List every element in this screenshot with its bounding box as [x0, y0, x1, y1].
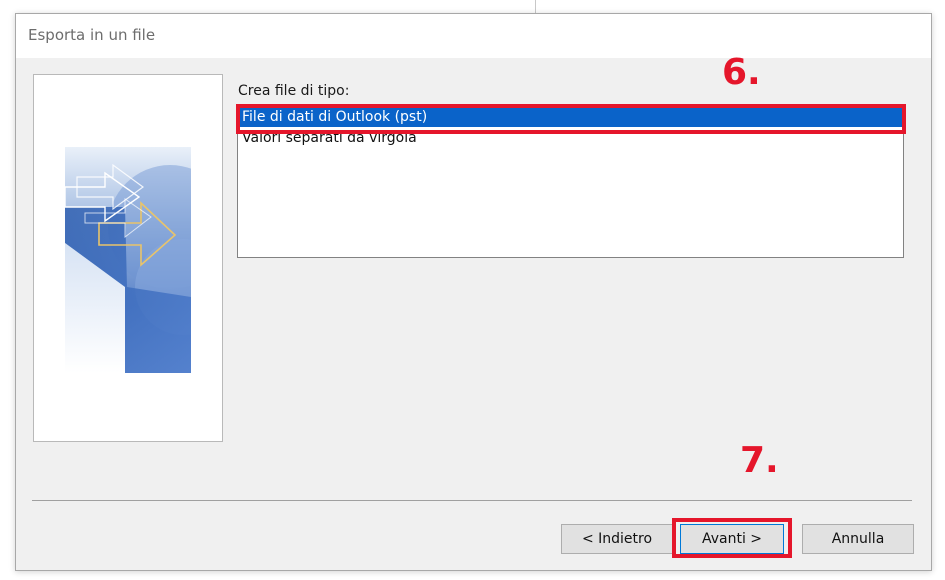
next-button[interactable]: Avanti > [680, 524, 784, 554]
wizard-image-panel [33, 74, 223, 442]
dialog-title: Esporta in un file [28, 26, 156, 44]
footer-separator [32, 500, 912, 501]
file-type-listbox[interactable]: File di dati di Outlook (pst) Valori sep… [237, 105, 904, 258]
dialog-titlebar: Esporta in un file [16, 14, 931, 58]
background-divider [535, 0, 536, 13]
list-item-csv[interactable]: Valori separati da virgola [239, 128, 902, 148]
wizard-graphic-icon [65, 147, 191, 373]
file-type-label: Crea file di tipo: [238, 83, 350, 99]
back-button[interactable]: < Indietro [561, 524, 673, 554]
list-item-pst[interactable]: File di dati di Outlook (pst) [239, 107, 902, 127]
step6-annotation: 6. [722, 52, 761, 93]
export-dialog: Esporta in un file Crea file di tipo: Fi… [15, 13, 932, 571]
cancel-button[interactable]: Annulla [802, 524, 914, 554]
step7-annotation: 7. [740, 440, 779, 481]
